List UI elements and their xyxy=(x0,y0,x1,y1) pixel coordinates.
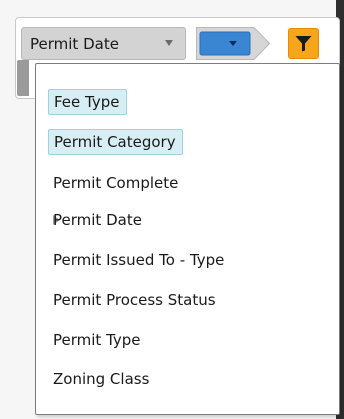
menu-item-label: Fee Type xyxy=(48,89,127,115)
menu-item-permit-process-status[interactable]: Permit Process Status xyxy=(48,287,222,313)
value-select-shape xyxy=(196,27,270,60)
menu-item-label: Permit Type xyxy=(53,331,141,349)
field-select[interactable]: Permit Date xyxy=(21,27,186,60)
menu-item-label: Permit Category xyxy=(48,129,183,155)
menu-item-fee-type[interactable]: Fee Type xyxy=(48,89,127,115)
filter-button[interactable] xyxy=(288,28,319,59)
menu-item-label: Permit Complete xyxy=(53,174,179,192)
filter-row-handle xyxy=(17,60,29,96)
filter-icon xyxy=(295,36,312,52)
field-select-value: Permit Date xyxy=(30,34,119,53)
menu-item-label: Zoning Class xyxy=(53,370,150,388)
menu-item-label: Permit Date xyxy=(53,211,142,229)
menu-item-label: Permit Process Status xyxy=(53,291,216,309)
menu-item-label: Permit Issued To - Type xyxy=(53,251,225,269)
field-dropdown-menu xyxy=(35,63,340,415)
menu-item-permit-type[interactable]: Permit Type xyxy=(48,327,147,353)
menu-item-permit-date[interactable]: Permit Date xyxy=(48,207,148,233)
menu-item-permit-category[interactable]: Permit Category xyxy=(48,129,183,155)
value-select[interactable] xyxy=(196,27,270,60)
menu-item-zoning-class[interactable]: Zoning Class xyxy=(48,366,155,392)
menu-item-permit-complete[interactable]: Permit Complete xyxy=(48,170,184,196)
menu-item-permit-issued-to-type[interactable]: Permit Issued To - Type xyxy=(48,247,230,273)
chevron-down-icon xyxy=(165,40,173,46)
